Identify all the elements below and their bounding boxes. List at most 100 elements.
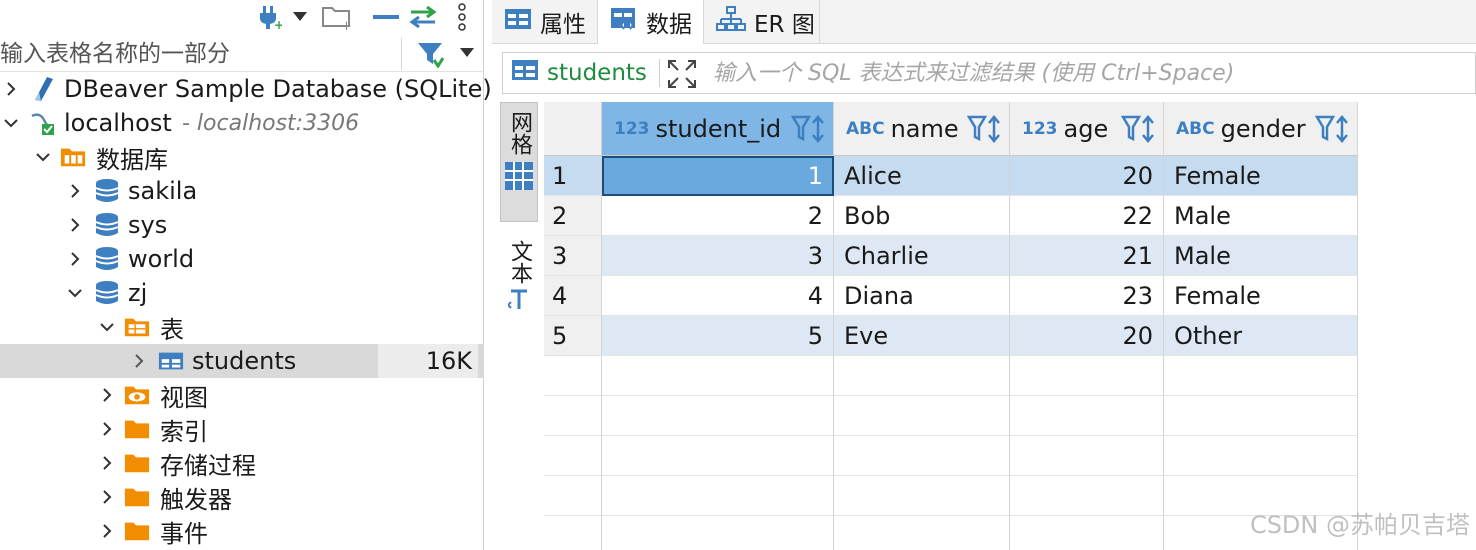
- column-header-name[interactable]: ABC name: [834, 102, 1010, 156]
- filter-sort-icon[interactable]: [1314, 115, 1351, 143]
- row-number[interactable]: 2: [544, 196, 602, 236]
- filter-sort-icon[interactable]: [966, 115, 1003, 143]
- chevron-right-icon[interactable]: [98, 522, 116, 540]
- empty-cell: [1010, 356, 1164, 396]
- chevron-right-icon[interactable]: [2, 80, 20, 98]
- mysql-connection-icon: [30, 110, 56, 136]
- tree-item-views[interactable]: 视图: [0, 378, 484, 412]
- tab-properties[interactable]: 属性: [492, 0, 598, 44]
- expand-icon[interactable]: [667, 59, 697, 89]
- tree-item-label: localhost: [64, 109, 172, 137]
- cell-student-id[interactable]: 5: [602, 316, 834, 356]
- cell-gender[interactable]: Female: [1164, 156, 1358, 196]
- cell-name[interactable]: Charlie: [834, 236, 1010, 276]
- cell-age[interactable]: 23: [1010, 276, 1164, 316]
- tab-data[interactable]: 数据: [598, 0, 704, 44]
- row-number[interactable]: 3: [544, 236, 602, 276]
- chevron-right-icon[interactable]: [66, 182, 84, 200]
- active-table[interactable]: students: [511, 57, 647, 89]
- cell-name[interactable]: Bob: [834, 196, 1010, 236]
- cell-student-id[interactable]: 4: [602, 276, 834, 316]
- chevron-down-icon[interactable]: [34, 148, 52, 166]
- sqlite-icon: [30, 76, 56, 102]
- cell-gender[interactable]: Male: [1164, 236, 1358, 276]
- chevron-down-icon[interactable]: [2, 114, 20, 132]
- row-number[interactable]: 5: [544, 316, 602, 356]
- new-connection-icon[interactable]: +: [254, 2, 284, 32]
- tree-item-events[interactable]: 事件: [0, 514, 484, 548]
- table-row[interactable]: 1 1 Alice 20 Female: [544, 156, 1476, 196]
- cell-age[interactable]: 20: [1010, 156, 1164, 196]
- chevron-right-icon[interactable]: [130, 352, 148, 370]
- column-header-student-id[interactable]: 123 student_id: [602, 102, 834, 156]
- filter-bar: students: [502, 52, 1476, 94]
- chevron-right-icon[interactable]: [66, 216, 84, 234]
- table-name-filter-input[interactable]: [0, 38, 402, 70]
- chevron-right-icon[interactable]: [98, 386, 116, 404]
- cell-age[interactable]: 22: [1010, 196, 1164, 236]
- cell-name[interactable]: Diana: [834, 276, 1010, 316]
- cell-student-id[interactable]: 2: [602, 196, 834, 236]
- cell-student-id[interactable]: 3: [602, 236, 834, 276]
- cell-age[interactable]: 21: [1010, 236, 1164, 276]
- tree-item-triggers[interactable]: 触发器: [0, 480, 484, 514]
- link-with-editor-icon[interactable]: [406, 2, 440, 32]
- cell-name[interactable]: Alice: [834, 156, 1010, 196]
- tree-item-procedures[interactable]: 存储过程: [0, 446, 484, 480]
- tree-item-sakila[interactable]: sakila: [0, 174, 484, 208]
- column-header-age[interactable]: 123 age: [1010, 102, 1164, 156]
- empty-cell: [834, 356, 1010, 396]
- database-icon: [94, 178, 120, 204]
- tree-item-sample-database[interactable]: DBeaver Sample Database (SQLite): [0, 72, 492, 106]
- dropdown-caret-icon[interactable]: [290, 2, 310, 32]
- cell-age[interactable]: 20: [1010, 316, 1164, 356]
- folder-icon: [124, 518, 150, 544]
- table-row[interactable]: 4 4 Diana 23 Female: [544, 276, 1476, 316]
- chevron-right-icon[interactable]: [66, 250, 84, 268]
- collapse-all-icon[interactable]: [372, 2, 400, 32]
- chevron-down-icon[interactable]: [98, 318, 116, 336]
- new-folder-icon[interactable]: +: [320, 2, 354, 32]
- empty-cell: [834, 396, 1010, 436]
- chevron-right-icon[interactable]: [98, 454, 116, 472]
- filter-icon[interactable]: [416, 40, 445, 69]
- tree-item-sys[interactable]: sys: [0, 208, 484, 242]
- folder-views-icon: [124, 382, 150, 408]
- tree-item-students[interactable]: students 16K: [0, 344, 484, 378]
- cell-student-id[interactable]: 1: [602, 156, 834, 196]
- sql-filter-input[interactable]: [713, 57, 1453, 89]
- filter-sort-icon[interactable]: [790, 115, 827, 143]
- chevron-right-icon[interactable]: [98, 488, 116, 506]
- tree-item-tables[interactable]: 表: [0, 310, 484, 344]
- empty-cell: [834, 476, 1010, 516]
- more-menu-icon[interactable]: [452, 2, 472, 32]
- tab-grid[interactable]: 网格: [500, 102, 538, 222]
- table-row[interactable]: 2 2 Bob 22 Male: [544, 196, 1476, 236]
- empty-cell: [1010, 476, 1164, 516]
- row-number[interactable]: 1: [544, 156, 602, 196]
- table-size: 16K: [378, 344, 478, 378]
- column-header-gender[interactable]: ABC gender: [1164, 102, 1358, 156]
- table-row[interactable]: 3 3 Charlie 21 Male: [544, 236, 1476, 276]
- chevron-right-icon[interactable]: [98, 420, 116, 438]
- tab-text[interactable]: 文本: [500, 240, 538, 340]
- row-number[interactable]: 4: [544, 276, 602, 316]
- cell-gender[interactable]: Other: [1164, 316, 1358, 356]
- empty-row: [544, 356, 1476, 396]
- cell-gender[interactable]: Male: [1164, 196, 1358, 236]
- cell-gender[interactable]: Female: [1164, 276, 1358, 316]
- tree-item-indexes[interactable]: 索引: [0, 412, 484, 446]
- table-row[interactable]: 5 5 Eve 20 Other: [544, 316, 1476, 356]
- tree-item-zj[interactable]: zj: [0, 276, 484, 310]
- cell-name[interactable]: Eve: [834, 316, 1010, 356]
- filter-dropdown-icon[interactable]: [460, 48, 474, 57]
- tree-item-label: 触发器: [160, 485, 232, 514]
- filter-sort-icon[interactable]: [1120, 115, 1157, 143]
- tree-item-world[interactable]: world: [0, 242, 484, 276]
- tab-er-diagram[interactable]: ER 图: [704, 0, 820, 44]
- empty-cell: [602, 476, 834, 516]
- chevron-down-icon[interactable]: [66, 284, 84, 302]
- tree-item-localhost[interactable]: localhost - localhost:3306: [0, 106, 484, 140]
- tree-item-databases[interactable]: 数据库: [0, 140, 484, 174]
- empty-cell: [1164, 356, 1358, 396]
